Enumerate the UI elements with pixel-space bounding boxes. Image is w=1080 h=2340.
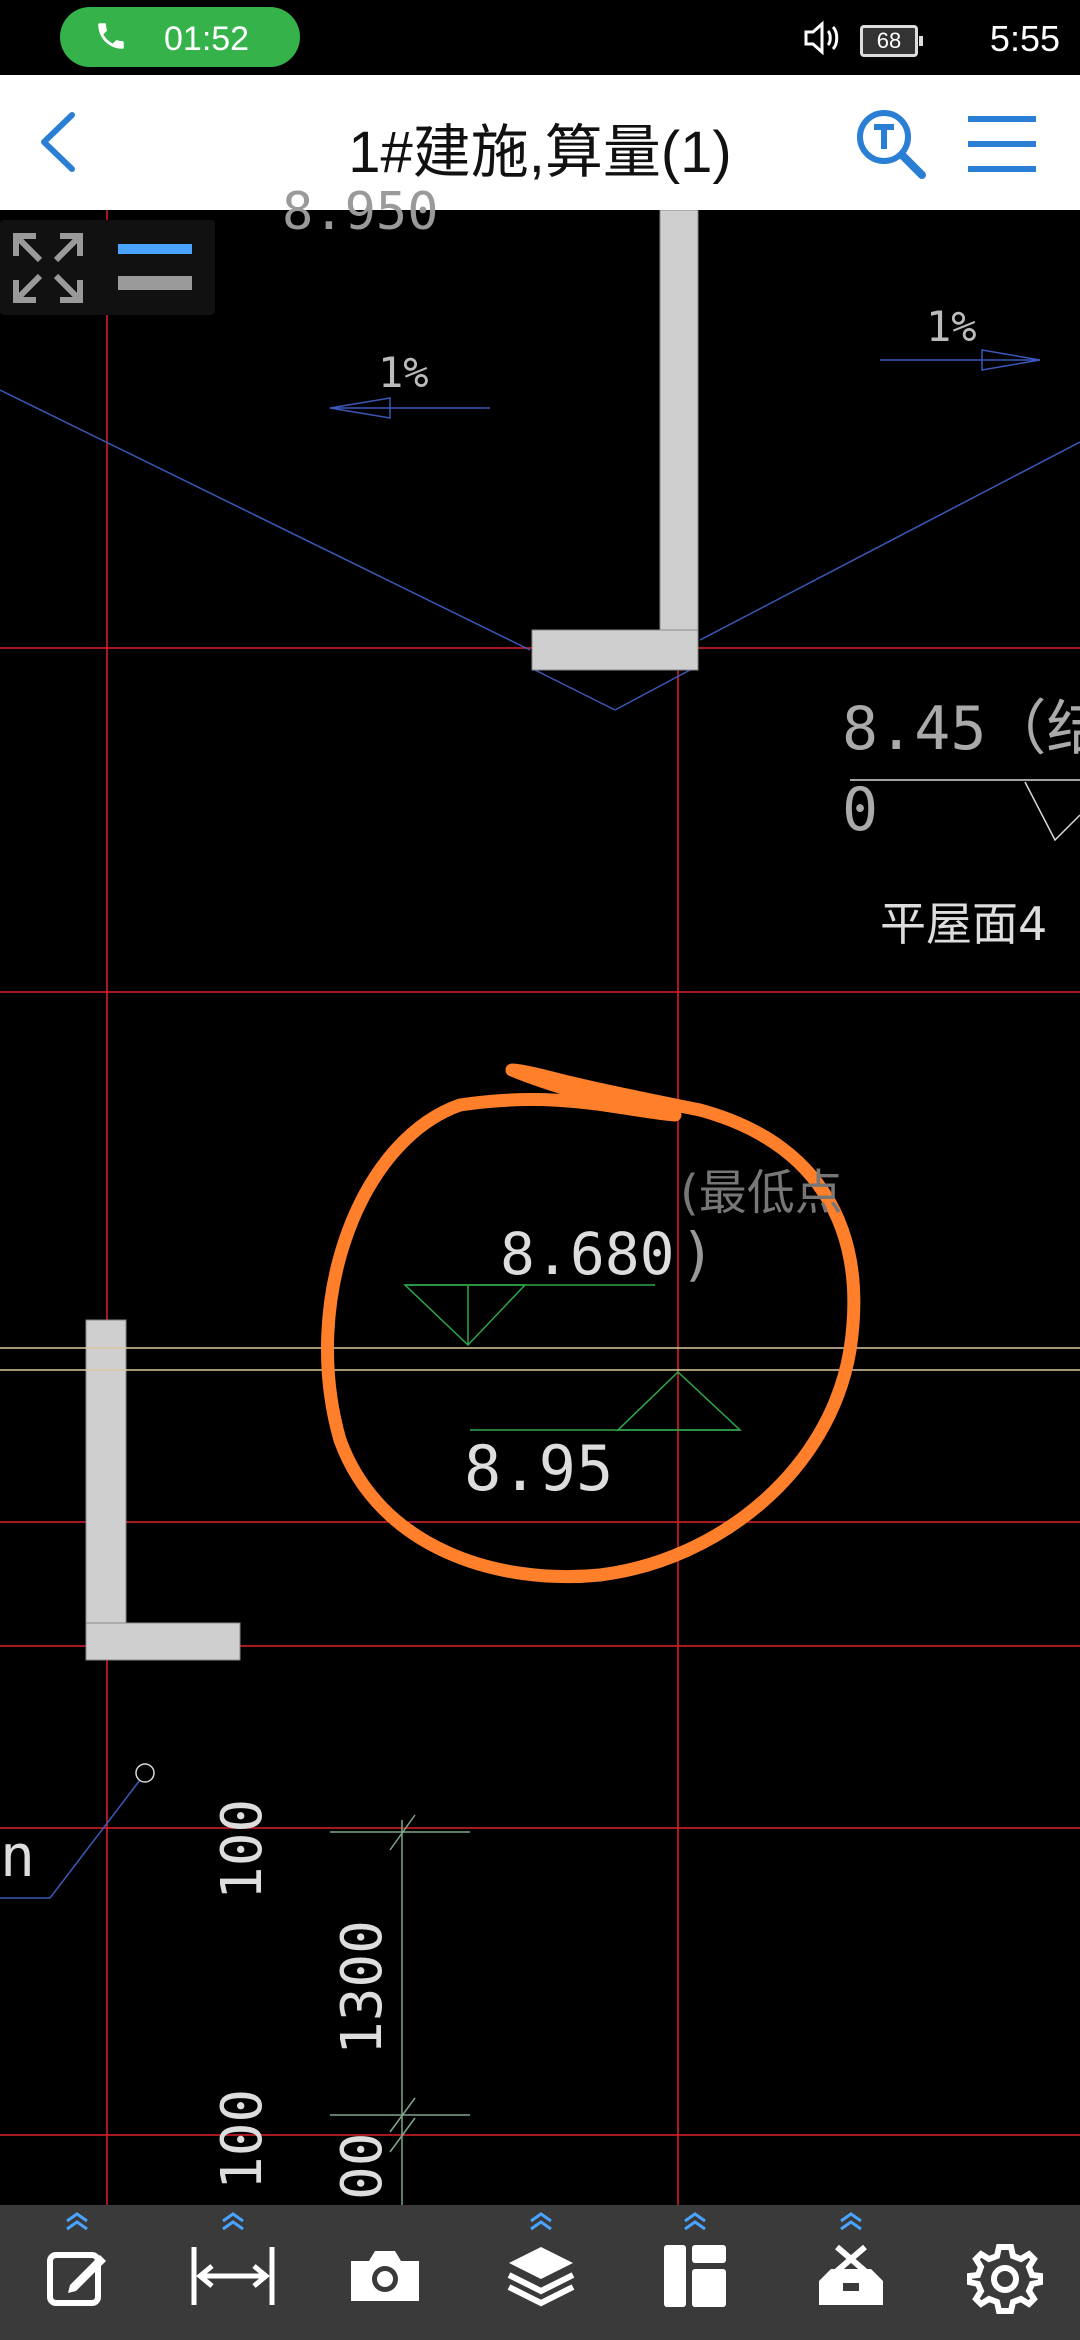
ongoing-call-pill[interactable]: 01:52 xyxy=(60,7,300,67)
level-marker-lower xyxy=(470,1370,742,1431)
toolbar-measure-button[interactable] xyxy=(168,2205,298,2340)
menu-button[interactable] xyxy=(964,109,1040,179)
toolbar-layers-button[interactable] xyxy=(476,2205,606,2340)
phone-icon xyxy=(98,23,124,49)
toolbar-toolbox-button[interactable] xyxy=(786,2205,916,2340)
lowest-point-text: (最低点 xyxy=(680,1165,843,1221)
toolbar-camera-button[interactable] xyxy=(320,2205,450,2340)
status-bar: 01:52 68 5:55 xyxy=(0,0,1080,75)
wall-section-top xyxy=(531,210,699,671)
title-bar: 1#建施,算量(1) xyxy=(0,75,1080,211)
dimension-1300: 1300 xyxy=(330,1920,395,2055)
top-elevation-text: 8.950 xyxy=(282,182,439,242)
slope-left-text: 1% xyxy=(378,348,429,397)
edit-icon xyxy=(47,2252,106,2306)
elevation-0-text: 0 xyxy=(842,775,879,845)
elevation-895-text: 8.95 xyxy=(464,1432,614,1505)
toolbox-icon xyxy=(819,2244,883,2305)
layer-toggle-icon xyxy=(118,244,192,290)
double-chevron-up-icon xyxy=(684,2212,706,2231)
slope-right-text: 1% xyxy=(926,302,977,351)
battery-level: 68 xyxy=(876,28,902,53)
hamburger-menu-icon xyxy=(968,116,1036,172)
layout-icon xyxy=(664,2245,726,2307)
double-chevron-up-icon xyxy=(530,2212,552,2231)
battery-icon: 68 xyxy=(860,25,923,57)
cad-drawing xyxy=(0,210,1080,2205)
clock: 5:55 xyxy=(989,18,1060,59)
leader-circle xyxy=(135,1763,155,1783)
toolbar-edit-button[interactable] xyxy=(12,2205,142,2340)
wall-section-bottom xyxy=(85,1319,241,1661)
roof-label-text: 平屋面4 xyxy=(880,897,1048,951)
speaker-icon xyxy=(804,20,839,56)
call-timer: 01:52 xyxy=(164,20,250,58)
fullscreen-button[interactable] xyxy=(8,228,88,308)
drawing-canvas[interactable]: 8.950 1% 1% 8.45（结 0 平屋面4 (最低点 8.680 ) 8… xyxy=(0,182,1080,2205)
text-search-icon xyxy=(857,110,926,179)
dimension-100-bottom: 100 xyxy=(210,2088,275,2190)
dimension-100-top: 100 xyxy=(210,1798,275,1900)
status-indicators: 68 5:55 xyxy=(700,10,1060,66)
paren-close-text: ) xyxy=(680,1220,715,1288)
view-tools-panel xyxy=(0,220,215,315)
n-label-text: n xyxy=(0,1822,35,1890)
double-chevron-up-icon xyxy=(840,2212,862,2231)
level-lines xyxy=(0,1347,1080,1371)
toolbar-settings-button[interactable] xyxy=(940,2205,1070,2340)
gear-icon xyxy=(967,2244,1043,2314)
text-search-button[interactable] xyxy=(852,105,932,185)
layer-toggle-button[interactable] xyxy=(110,232,200,302)
double-chevron-up-icon xyxy=(66,2212,88,2231)
measure-icon xyxy=(191,2247,275,2305)
toolbar-layout-button[interactable] xyxy=(630,2205,760,2340)
elevation-8680-text: 8.680 xyxy=(500,1220,675,1288)
bottom-toolbar xyxy=(0,2205,1080,2340)
grid-lines xyxy=(0,210,1080,2205)
expand-icon xyxy=(13,233,83,303)
layers-icon xyxy=(507,2247,575,2307)
level-marker-upper xyxy=(403,1284,655,1347)
right-detail xyxy=(850,779,1080,842)
camera-icon xyxy=(351,2251,419,2301)
double-chevron-up-icon xyxy=(222,2212,244,2231)
dimension-00: 00 xyxy=(330,2132,395,2200)
elevation-845-text: 8.45（结 xyxy=(842,694,1080,764)
